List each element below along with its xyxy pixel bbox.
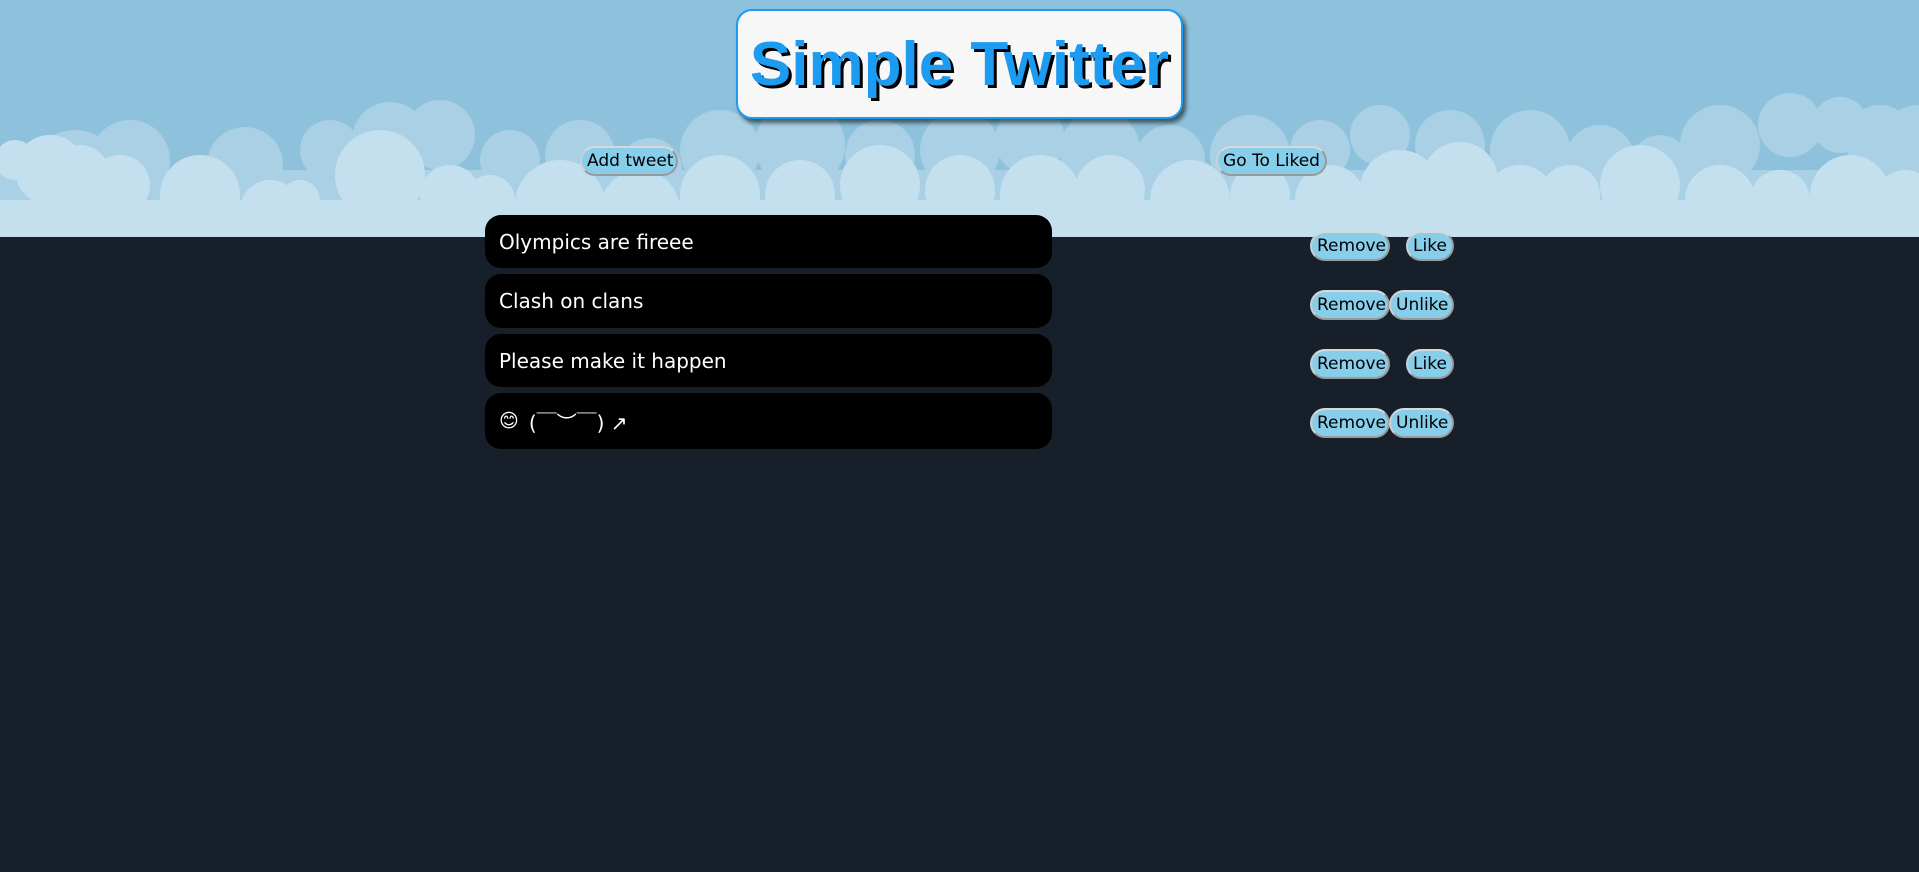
- tweet-text: Clash on clans: [499, 289, 644, 313]
- tweet-text: Olympics are fireee: [499, 229, 694, 254]
- add-tweet-button[interactable]: Add tweet: [580, 146, 678, 176]
- like-button[interactable]: Like: [1406, 231, 1454, 261]
- tweet-item: Please make it happen: [485, 334, 1052, 387]
- like-button[interactable]: Like: [1406, 349, 1454, 379]
- tweet-item: 😊 (￣︶￣) ↗: [485, 393, 1052, 449]
- tweet-text: (￣︶￣) ↗: [528, 410, 628, 435]
- tweet-item: Olympics are fireee: [485, 215, 1052, 268]
- remove-tweet-button[interactable]: Remove: [1310, 290, 1390, 320]
- title-card: Simple Twitter: [736, 9, 1183, 119]
- remove-tweet-button[interactable]: Remove: [1310, 408, 1390, 438]
- remove-tweet-button[interactable]: Remove: [1310, 231, 1390, 261]
- unlike-button[interactable]: Unlike: [1389, 408, 1454, 438]
- remove-tweet-button[interactable]: Remove: [1310, 349, 1390, 379]
- go-to-liked-button[interactable]: Go To Liked: [1216, 146, 1327, 176]
- unlike-button[interactable]: Unlike: [1389, 290, 1454, 320]
- tweet-text: Please make it happen: [499, 348, 727, 373]
- tweet-item: Clash on clans: [485, 274, 1052, 328]
- smiling-face-emoji-icon: 😊: [499, 410, 519, 432]
- app-title: Simple Twitter: [749, 29, 1170, 99]
